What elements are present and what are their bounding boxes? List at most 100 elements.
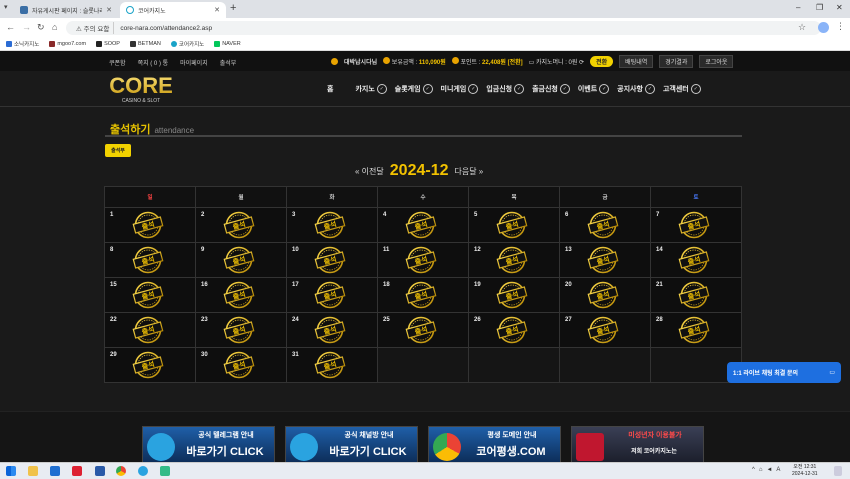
coupon-link[interactable]: 쿠폰함 <box>109 58 126 67</box>
back-icon[interactable]: ← <box>6 22 15 32</box>
reload-icon[interactable]: ↻ <box>37 22 45 33</box>
bookmark-item[interactable]: SOOP <box>96 41 120 47</box>
attendance-stamp-icon: 출석 <box>405 246 437 274</box>
url-text: core-nara.com/attendance2.asp <box>120 24 213 32</box>
system-tray: ^ ⌂ ◄ A <box>752 467 780 473</box>
home-icon[interactable]: ⌂ <box>52 22 57 32</box>
age-restriction-banner[interactable]: 미성년자 이용불가 저희 코어카지노는 <box>571 426 704 463</box>
volume-icon[interactable]: ◄ <box>766 467 772 473</box>
calendar-day-cell: 29 출석 <box>104 347 196 383</box>
convert-button[interactable]: 전환 <box>590 56 614 67</box>
coin-icon <box>451 57 459 64</box>
tab-title: 자유게시판 페이지 : 슬롯나라 <box>32 8 103 15</box>
minimize-icon[interactable]: – <box>796 3 800 12</box>
file-explorer-icon[interactable] <box>28 466 38 476</box>
close-window-icon[interactable]: ✕ <box>836 3 843 12</box>
attendance-button[interactable]: 출석부 <box>105 144 131 157</box>
nav-support[interactable]: 고객센터 ✓ <box>663 84 701 94</box>
calendar-day-cell: 27 출석 <box>559 312 651 348</box>
nav-deposit[interactable]: 입금신청 ✓ <box>486 84 525 94</box>
logout-button[interactable]: 로그아웃 <box>699 55 734 68</box>
tray-chevron-icon[interactable]: ^ <box>752 467 755 473</box>
tab-search-icon[interactable]: ▾ <box>4 3 8 11</box>
bookmark-icon <box>170 41 177 47</box>
heading-divider <box>105 135 742 137</box>
stamp-text: 출석 <box>141 254 156 266</box>
telegram-icon <box>290 433 318 461</box>
attendance-stamp-icon: 출석 <box>405 281 437 309</box>
stamp-text: 출석 <box>141 289 156 301</box>
bookmark-item[interactable]: 코어카지노 <box>170 40 204 48</box>
refresh-icon[interactable]: ⟳ <box>579 60 584 66</box>
calendar-day-cell: 14 출석 <box>650 242 742 278</box>
clock-time: 오전 12:31 <box>793 464 817 470</box>
tab-core-casino[interactable]: 코어카지노 ✕ <box>120 2 226 18</box>
telegram-taskbar-icon[interactable] <box>138 466 148 476</box>
day-number: 11 <box>383 247 390 253</box>
next-month-link[interactable]: 다음달 » <box>454 166 483 177</box>
nav-withdraw[interactable]: 출금신청 ✓ <box>532 84 570 94</box>
bookmark-item[interactable]: 소닉카지노 <box>6 40 39 48</box>
notification-icon[interactable] <box>834 466 842 476</box>
points[interactable]: 포인트 : 22,408원 [전환] <box>451 57 523 66</box>
clock[interactable]: 오전 12:31 2024-12-31 <box>792 464 818 478</box>
wallet-icon: ▭ <box>528 60 535 66</box>
day-number: 10 <box>292 247 299 253</box>
nav-notice[interactable]: 공지사항 ✓ <box>617 84 655 94</box>
attendance-stamp-icon: 출석 <box>314 281 346 309</box>
windows-start-icon[interactable] <box>6 466 16 476</box>
app-icon[interactable] <box>160 466 170 476</box>
results-button[interactable]: 경기결과 <box>659 55 694 68</box>
calendar-day-cell: 12 출석 <box>468 242 560 278</box>
stamp-text: 출석 <box>232 219 247 231</box>
live-chat-button[interactable]: 1:1 라이브 채팅 최결 문의 ▭ <box>727 362 841 383</box>
profile-avatar[interactable] <box>818 22 829 33</box>
calendar-day-cell: 22 출석 <box>104 312 196 348</box>
domain-banner[interactable]: 평생 도메인 안내 코어평생.COM <box>428 426 561 463</box>
nav-slot[interactable]: 슬롯게임 ✓ <box>395 84 433 94</box>
app-icon[interactable] <box>72 466 82 476</box>
security-warning[interactable]: ⚠ 주의 요함 <box>72 22 115 34</box>
prev-month-link[interactable]: « 이전달 <box>355 166 384 177</box>
nav-minigame[interactable]: 미니게임 ✓ <box>441 84 479 94</box>
day-number: 1 <box>110 212 114 218</box>
chrome-taskbar-icon[interactable] <box>116 466 126 476</box>
close-tab-icon[interactable]: ✕ <box>106 6 112 14</box>
bookmark-item[interactable]: mgoo7.com <box>49 41 86 47</box>
banner-title: 미성년자 이용불가 <box>628 432 682 439</box>
new-tab-icon[interactable]: + <box>230 2 236 14</box>
bookmark-star-icon[interactable]: ☆ <box>798 22 806 33</box>
telegram-banner[interactable]: 공식 텔레그램 안내 바로가기 CLICK <box>142 426 275 463</box>
close-tab-icon[interactable]: ✕ <box>214 6 220 14</box>
attendance-stamp-icon: 출석 <box>132 281 164 309</box>
app-icon[interactable] <box>95 466 105 476</box>
attendance-link[interactable]: 출석부 <box>220 58 237 67</box>
bookmark-item[interactable]: BETMAN <box>129 41 161 47</box>
bet-history-button[interactable]: 배팅내역 <box>619 55 654 68</box>
address-bar-row: ← → ↻ ⌂ ⚠ 주의 요함 core-nara.com/attendance… <box>0 18 850 38</box>
mypage-link[interactable]: 마이페이지 <box>180 58 208 67</box>
nav-event[interactable]: 이벤트 ✓ <box>578 84 610 94</box>
nav-casino[interactable]: 카지노 ✓ <box>355 84 387 94</box>
day-number: 17 <box>292 282 299 288</box>
calendar-day-cell: 26 출석 <box>468 312 560 348</box>
banner-cta: 바로가기 CLICK <box>186 446 264 458</box>
nav-home[interactable]: 홈 <box>327 84 333 94</box>
core-logo[interactable]: CORE CASINO & SLOT <box>104 73 178 105</box>
attendance-stamp-icon: 출석 <box>314 351 346 379</box>
channel-banner[interactable]: 공식 채널방 안내 바로가기 CLICK <box>285 426 418 463</box>
nickname: 대박납시다님 <box>344 60 378 66</box>
restore-icon[interactable]: ❐ <box>816 3 823 12</box>
network-icon[interactable]: ⌂ <box>759 467 763 473</box>
menu-icon[interactable]: ⋮ <box>836 21 845 32</box>
app-icon[interactable] <box>50 466 60 476</box>
calendar-day-cell: 24 출석 <box>286 312 378 348</box>
url-input[interactable]: ⚠ 주의 요함 core-nara.com/attendance2.asp <box>66 21 821 35</box>
bookmark-item[interactable]: NAVER <box>214 41 241 47</box>
ime-icon[interactable]: A <box>776 467 780 473</box>
forward-icon[interactable]: → <box>22 22 31 32</box>
tab-free-board[interactable]: 자유게시판 페이지 : 슬롯나라 ✕ <box>14 2 118 18</box>
calendar-day-cell: 20 출석 <box>559 277 651 313</box>
calendar-day-cell: 28 출석 <box>650 312 742 348</box>
message-link[interactable]: 쪽지 ( 0 ) 통 <box>138 58 169 67</box>
